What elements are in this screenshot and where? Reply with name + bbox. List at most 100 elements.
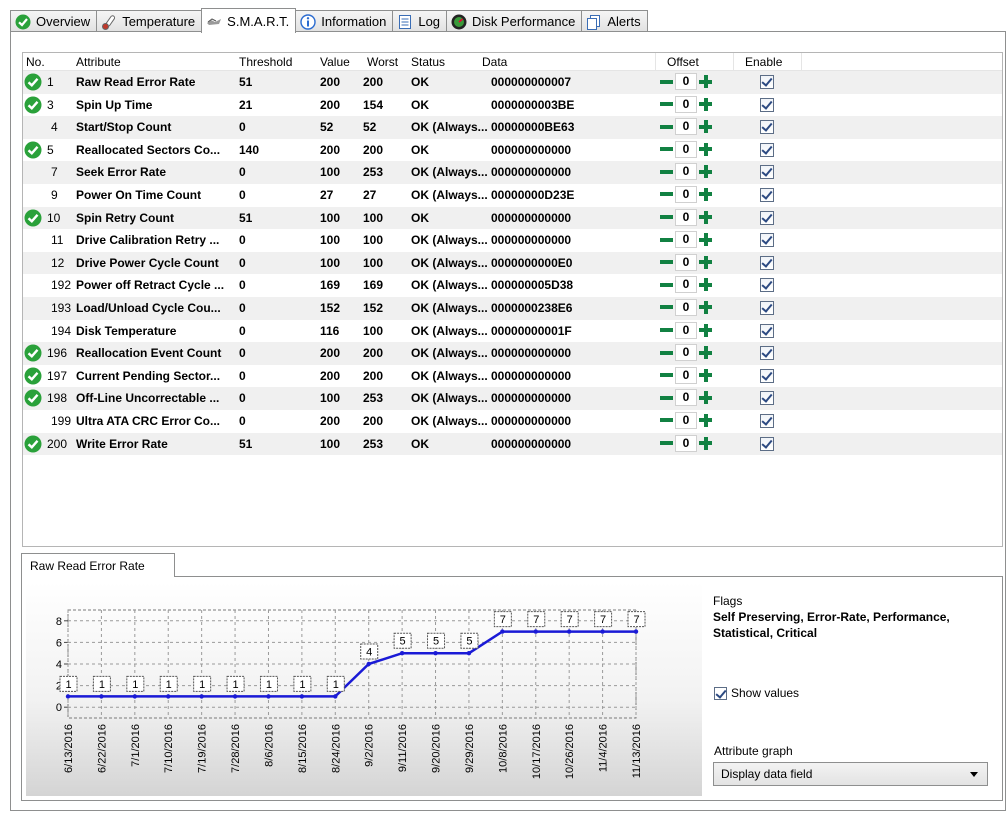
offset-plus-button[interactable] xyxy=(697,73,715,90)
offset-input[interactable]: 0 xyxy=(675,298,697,316)
col-header-offset[interactable]: Offset xyxy=(667,55,699,69)
offset-minus-button[interactable] xyxy=(657,299,675,316)
offset-plus-button[interactable] xyxy=(697,209,715,226)
tab-overview[interactable]: Overview xyxy=(10,10,98,32)
col-header-threshold[interactable]: Threshold xyxy=(239,55,292,69)
tab-raw-read-error-rate[interactable]: Raw Read Error Rate xyxy=(21,553,175,577)
offset-input[interactable]: 0 xyxy=(675,276,697,294)
offset-input[interactable]: 0 xyxy=(675,95,697,113)
table-row[interactable]: 192 Power off Retract Cycle ... 0 169 169 OK … xyxy=(23,274,1002,297)
enable-checkbox[interactable] xyxy=(760,278,774,293)
show-values-checkbox[interactable]: Show values xyxy=(714,686,799,700)
offset-minus-button[interactable] xyxy=(657,276,675,293)
offset-input[interactable]: 0 xyxy=(675,366,697,384)
table-row[interactable]: 193 Load/Unload Cycle Cou... 0 152 152 OK (Al… xyxy=(23,296,1002,320)
offset-plus-button[interactable] xyxy=(697,118,715,135)
offset-minus-button[interactable] xyxy=(657,96,675,113)
table-row[interactable]: 200 Write Error Rate 51 100 253 OK 00000000000… xyxy=(23,432,1002,456)
tab-information[interactable]: Information xyxy=(295,10,394,32)
offset-input[interactable]: 0 xyxy=(675,73,697,90)
table-row[interactable]: 12 Drive Power Cycle Count 0 100 100 OK (Alwa… xyxy=(23,251,1002,275)
enable-checkbox[interactable] xyxy=(760,165,774,180)
col-header-worst[interactable]: Worst xyxy=(367,55,398,69)
offset-input[interactable]: 0 xyxy=(675,118,697,136)
col-header-enable[interactable]: Enable xyxy=(745,55,782,69)
offset-minus-button[interactable] xyxy=(657,254,675,271)
enable-checkbox[interactable] xyxy=(760,97,774,112)
table-row[interactable]: 197 Current Pending Sector... 0 200 200 OK (A… xyxy=(23,364,1002,388)
offset-minus-button[interactable] xyxy=(657,435,675,452)
enable-checkbox[interactable] xyxy=(760,346,774,361)
offset-minus-button[interactable] xyxy=(657,231,675,248)
enable-checkbox[interactable] xyxy=(760,187,774,202)
col-header-data[interactable]: Data xyxy=(482,55,507,69)
enable-checkbox[interactable] xyxy=(760,255,774,270)
offset-input[interactable]: 0 xyxy=(675,163,697,181)
enable-checkbox[interactable] xyxy=(760,142,774,157)
enable-checkbox[interactable] xyxy=(760,233,774,248)
offset-plus-button[interactable] xyxy=(697,389,715,406)
offset-plus-button[interactable] xyxy=(697,96,715,113)
tab-log[interactable]: Log xyxy=(392,10,448,32)
offset-minus-button[interactable] xyxy=(657,322,675,339)
tab-temperature[interactable]: Temperature xyxy=(96,10,203,32)
offset-input[interactable]: 0 xyxy=(675,389,697,407)
offset-input[interactable]: 0 xyxy=(675,231,697,249)
table-row[interactable]: 9 Power On Time Count 0 27 27 OK (Always... 00… xyxy=(23,183,1002,207)
table-row[interactable]: 194 Disk Temperature 0 116 100 OK (Always... 0… xyxy=(23,319,1002,343)
offset-plus-button[interactable] xyxy=(697,412,715,429)
offset-plus-button[interactable] xyxy=(697,435,715,452)
offset-minus-button[interactable] xyxy=(657,209,675,226)
offset-plus-button[interactable] xyxy=(697,299,715,316)
offset-plus-button[interactable] xyxy=(697,254,715,271)
offset-plus-button[interactable] xyxy=(697,322,715,339)
table-row[interactable]: 199 Ultra ATA CRC Error Co... 0 200 200 OK (A… xyxy=(23,409,1002,433)
offset-minus-button[interactable] xyxy=(657,186,675,203)
offset-minus-button[interactable] xyxy=(657,118,675,135)
enable-checkbox[interactable] xyxy=(760,120,774,135)
offset-minus-button[interactable] xyxy=(657,163,675,180)
offset-plus-button[interactable] xyxy=(697,231,715,248)
col-header-status[interactable]: Status xyxy=(411,55,445,69)
table-row[interactable]: 3 Spin Up Time 21 200 154 OK 0000000003BE 0 xyxy=(23,93,1002,117)
col-header-value[interactable]: Value xyxy=(320,55,350,69)
table-row[interactable]: 1 Raw Read Error Rate 51 200 200 OK 0000000000… xyxy=(23,71,1002,94)
attribute-graph-select[interactable]: Display data field xyxy=(713,762,988,786)
offset-input[interactable]: 0 xyxy=(675,434,697,452)
offset-plus-button[interactable] xyxy=(697,163,715,180)
checkbox-checked-icon[interactable] xyxy=(714,686,727,700)
tab-disk-performance[interactable]: Disk Performance xyxy=(446,10,583,32)
col-header-attribute[interactable]: Attribute xyxy=(76,55,121,69)
table-row[interactable]: 10 Spin Retry Count 51 100 100 OK 000000000000… xyxy=(23,206,1002,230)
offset-plus-button[interactable] xyxy=(697,344,715,361)
offset-minus-button[interactable] xyxy=(657,412,675,429)
table-row[interactable]: 4 Start/Stop Count 0 52 52 OK (Always... 00000… xyxy=(23,116,1002,139)
offset-minus-button[interactable] xyxy=(657,73,675,90)
offset-input[interactable]: 0 xyxy=(675,208,697,226)
table-row[interactable]: 11 Drive Calibration Retry ... 0 100 100 OK (… xyxy=(23,229,1002,252)
offset-input[interactable]: 0 xyxy=(675,411,697,429)
col-header-no[interactable]: No. xyxy=(26,55,45,69)
offset-plus-button[interactable] xyxy=(697,141,715,158)
table-row[interactable]: 196 Reallocation Event Count 0 200 200 OK (Al… xyxy=(23,342,1002,365)
enable-checkbox[interactable] xyxy=(760,300,774,315)
offset-input[interactable]: 0 xyxy=(675,253,697,271)
enable-checkbox[interactable] xyxy=(760,75,774,89)
table-row[interactable]: 5 Reallocated Sectors Co... 140 200 200 OK 000… xyxy=(23,138,1002,162)
offset-minus-button[interactable] xyxy=(657,367,675,384)
table-row[interactable]: 198 Off-Line Uncorrectable ... 0 100 253 OK (… xyxy=(23,387,1002,410)
offset-input[interactable]: 0 xyxy=(675,344,697,362)
offset-input[interactable]: 0 xyxy=(675,140,697,158)
offset-minus-button[interactable] xyxy=(657,344,675,361)
smart-attribute-list[interactable]: No. Attribute Threshold Value Worst Stat… xyxy=(22,52,1003,547)
enable-checkbox[interactable] xyxy=(760,323,774,338)
offset-minus-button[interactable] xyxy=(657,141,675,158)
offset-minus-button[interactable] xyxy=(657,389,675,406)
offset-input[interactable]: 0 xyxy=(675,321,697,339)
enable-checkbox[interactable] xyxy=(760,436,774,451)
enable-checkbox[interactable] xyxy=(760,210,774,225)
offset-plus-button[interactable] xyxy=(697,367,715,384)
table-row[interactable]: 7 Seek Error Rate 0 100 253 OK (Always... 0000… xyxy=(23,161,1002,184)
tab-alerts[interactable]: Alerts xyxy=(581,10,648,32)
offset-plus-button[interactable] xyxy=(697,186,715,203)
